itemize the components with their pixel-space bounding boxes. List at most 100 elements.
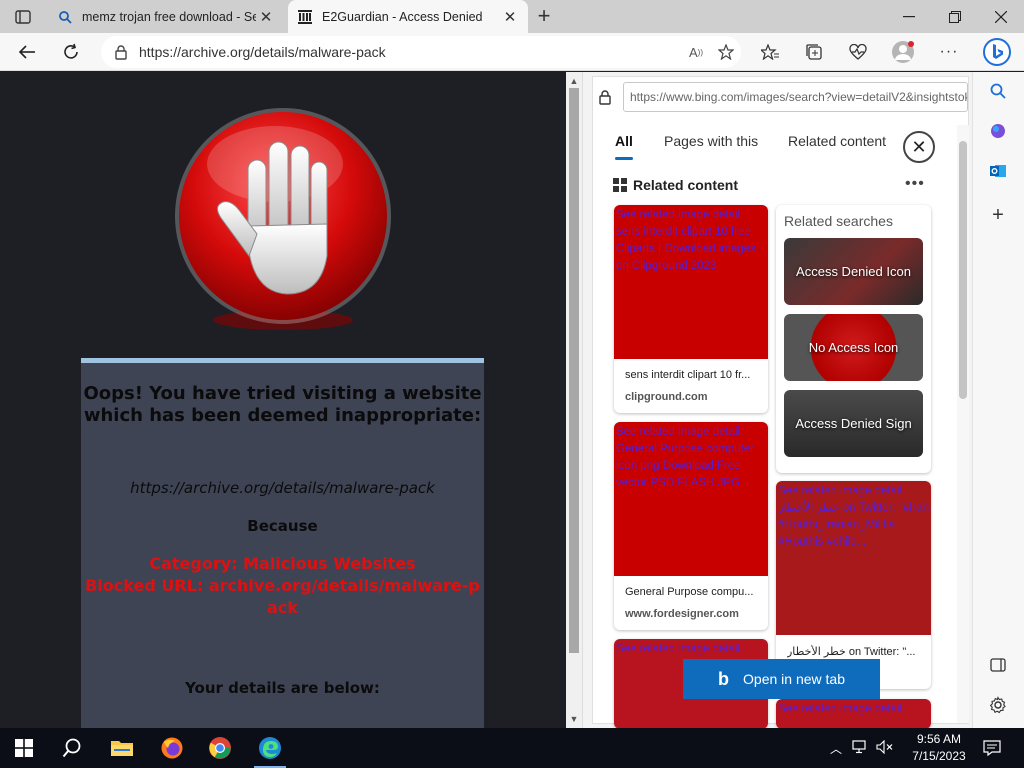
sidebar-panel: https://www.bing.com/images/search?view=… (582, 72, 972, 729)
folder-icon (111, 741, 133, 756)
browser-toolbar: https://archive.org/details/malware-pack… (0, 33, 1024, 71)
refresh-button[interactable] (56, 37, 86, 67)
related-search-access-denied-icon[interactable]: Access Denied Icon (784, 238, 923, 305)
grid-icon (613, 178, 627, 192)
chrome-icon (209, 737, 231, 759)
card-caption: General Purpose compu... (625, 586, 754, 598)
start-button[interactable] (0, 728, 48, 768)
side-panel-url[interactable]: https://www.bing.com/images/search?view=… (623, 82, 968, 112)
browser-essentials-button[interactable] (843, 37, 873, 67)
bing-icon (983, 38, 1011, 66)
add-sidebar-app-button[interactable]: + (983, 200, 1013, 230)
stop-hand-icon (175, 108, 391, 330)
copilot-sidebar-button[interactable] (983, 116, 1013, 146)
gear-icon (989, 696, 1006, 714)
search-icon (62, 738, 81, 758)
outlook-sidebar-button[interactable] (983, 156, 1013, 186)
hide-sidebar-button[interactable] (983, 650, 1013, 680)
blocked-page: Oops! You have tried visiting a website … (0, 72, 566, 728)
tab-e2guardian[interactable]: E2Guardian - Access Denied ✕ (288, 0, 528, 33)
favorite-star-icon[interactable] (711, 37, 741, 67)
file-explorer-button[interactable] (98, 728, 146, 768)
chevron-up-icon[interactable]: ︿ (830, 740, 842, 757)
close-tab-icon[interactable]: ✕ (500, 7, 520, 27)
new-tab-button[interactable]: + (534, 3, 554, 28)
close-icon (995, 10, 1007, 23)
collections-button[interactable] (799, 37, 829, 67)
related-image-card[interactable]: See related image detail. sens interdit … (614, 205, 768, 413)
block-reason: Blocked URL: archive.org/details/malware… (85, 576, 480, 617)
more-dots-icon: ··· (939, 43, 959, 60)
related-image[interactable]: See related image detail. sens interdit … (614, 205, 768, 359)
tab-pages-with-this[interactable]: Pages with this (664, 133, 758, 149)
related-search-label: Access Denied Sign (795, 416, 912, 431)
close-tab-icon[interactable]: ✕ (256, 7, 276, 27)
tab-title: E2Guardian - Access Denied (322, 9, 483, 24)
read-aloud-icon[interactable]: A)) (681, 37, 711, 67)
taskbar-clock[interactable]: 9:56 AM 7/15/2023 (908, 731, 970, 765)
details-heading: Your details are below: (185, 679, 380, 697)
related-content-header: Related content (613, 177, 738, 193)
sidebar-settings-button[interactable] (983, 690, 1013, 720)
scroll-up-arrow-icon[interactable]: ▲ (566, 74, 582, 88)
related-search-label: No Access Icon (808, 340, 899, 355)
sidebar-toggle-icon (990, 658, 1006, 672)
refresh-icon (64, 43, 78, 59)
because-label: Because (247, 517, 318, 535)
open-in-new-tab-button[interactable]: b Open in new tab (683, 659, 880, 699)
favorites-button[interactable] (755, 37, 785, 67)
tab-memz-search[interactable]: memz trojan free download - Se ✕ (48, 0, 284, 33)
related-search-no-access-icon[interactable]: No Access Icon (784, 314, 923, 381)
tab-related-content[interactable]: Related content (788, 133, 886, 149)
related-search-access-denied-sign[interactable]: Access Denied Sign (784, 390, 923, 457)
firefox-button[interactable] (148, 728, 196, 768)
related-image-card[interactable]: See related image detail. General Purpos… (614, 422, 768, 630)
blocked-url-text: https://archive.org/details/malware-pack (130, 479, 435, 497)
bing-chat-button[interactable] (980, 35, 1014, 69)
related-image[interactable]: See related image detail. General Purpos… (614, 422, 768, 576)
back-button[interactable] (12, 37, 42, 67)
close-panel-button[interactable]: ✕ (903, 131, 935, 163)
block-headline: Oops! You have tried visiting a website … (83, 383, 482, 426)
restore-button[interactable] (932, 0, 978, 33)
outlook-icon (990, 165, 1006, 177)
taskbar-search-button[interactable] (48, 728, 96, 768)
block-category: Category: Malicious Websites (149, 554, 416, 573)
firefox-icon (161, 737, 183, 759)
close-window-button[interactable] (978, 0, 1024, 33)
more-options-button[interactable]: ••• (905, 175, 925, 193)
search-sidebar-button[interactable] (983, 76, 1013, 106)
related-image[interactable]: See related image detail. (776, 699, 931, 729)
edge-button[interactable] (246, 728, 294, 768)
scroll-down-arrow-icon[interactable]: ▼ (566, 712, 582, 726)
tab-strip: memz trojan free download - Se ✕ E2Guard… (0, 0, 1024, 33)
minimize-button[interactable] (886, 0, 932, 33)
volume-muted-icon[interactable] (876, 739, 894, 757)
profile-button[interactable] (888, 37, 918, 67)
tab-actions-button[interactable] (6, 4, 40, 30)
collections-icon (806, 44, 822, 60)
notification-center-button[interactable] (980, 736, 1004, 760)
avatar-icon (892, 41, 914, 63)
edge-icon (259, 737, 281, 759)
settings-more-button[interactable]: ··· (934, 37, 964, 67)
chrome-button[interactable] (196, 728, 244, 768)
card-source: www.fordesigner.com (625, 608, 739, 620)
related-image-card[interactable]: See related image detail. خطر الأخطار on… (776, 481, 931, 689)
address-bar[interactable]: https://archive.org/details/malware-pack… (101, 36, 741, 68)
shapes-icon (991, 124, 1005, 138)
scrollbar-thumb[interactable] (959, 141, 967, 399)
related-image-card[interactable]: See related image detail. (776, 699, 931, 729)
scrollbar-thumb[interactable] (569, 88, 579, 653)
related-image[interactable]: See related image detail. خطر الأخطار on… (776, 481, 931, 635)
heart-pulse-icon (849, 44, 867, 60)
address-url[interactable]: https://archive.org/details/malware-pack (139, 44, 681, 60)
network-icon[interactable] (852, 739, 868, 757)
side-panel-scrollbar[interactable] (957, 125, 969, 723)
tab-all[interactable]: All (615, 133, 633, 160)
page-scrollbar[interactable]: ▲ ▼ (566, 72, 582, 728)
clock-time: 9:56 AM (916, 732, 962, 746)
tab-actions-icon (15, 10, 31, 24)
related-content-title: Related content (633, 177, 739, 193)
back-arrow-icon (18, 45, 35, 59)
